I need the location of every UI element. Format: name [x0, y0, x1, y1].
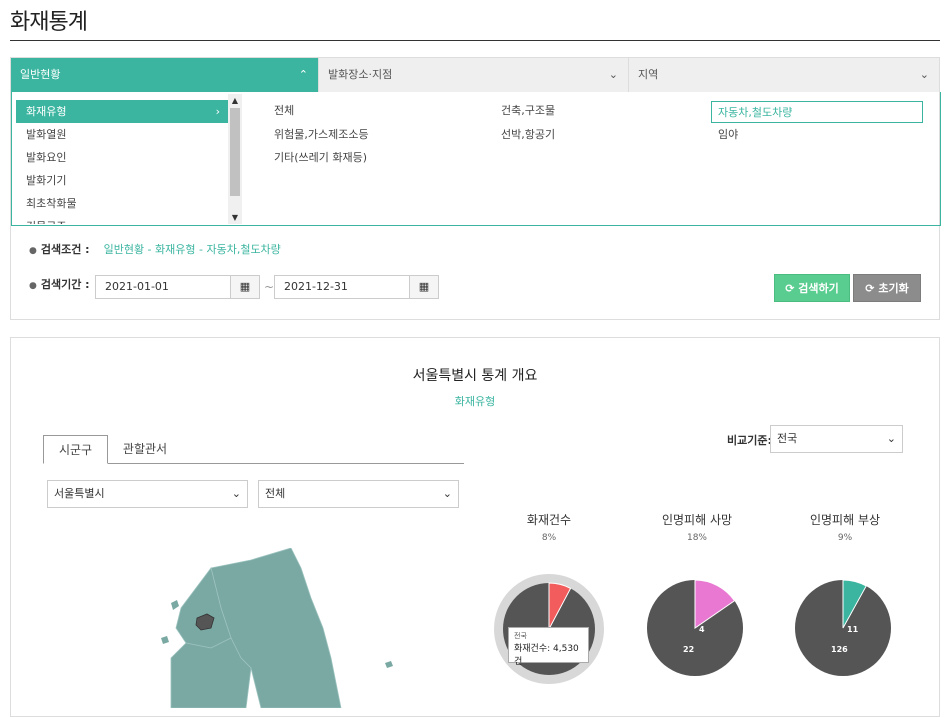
stats-section: 서울특별시 통계 개요 화재유형 시군구 관할관서 서울특별시 ⌄ 전체 ⌄ 비…: [10, 337, 940, 717]
option-forest[interactable]: 임야: [712, 124, 738, 146]
tab-place[interactable]: 발화장소·지점 ⌄: [318, 58, 628, 92]
pie-chart-injuries[interactable]: 11 126: [793, 578, 893, 678]
filter-panel: 일반현황 ⌃ 발화장소·지점 ⌄ 지역 ⌄ 화재유형 › 발화열원 발화요인 발…: [10, 57, 941, 320]
map-tabs: 시군구 관할관서: [43, 435, 464, 464]
calendar-icon[interactable]: ▦: [409, 276, 438, 298]
option-etc[interactable]: 기타(쓰레기 화재등): [268, 147, 367, 169]
page-title: 화재통계: [10, 10, 88, 35]
end-date-value: 2021-12-31: [284, 280, 348, 293]
filter-tabs: 일반현황 ⌃ 발화장소·지점 ⌄ 지역 ⌄: [11, 58, 939, 92]
option-hazmat[interactable]: 위험물,가스제조소등: [268, 124, 369, 146]
bullet-icon: ●: [29, 281, 37, 291]
pie-tooltip: 전국 화재건수: 4,530 건: [508, 627, 589, 667]
pie-label-rest: 126: [831, 645, 848, 654]
pie-label-highlight: 4: [699, 625, 705, 634]
district-select[interactable]: 전체 ⌄: [258, 480, 459, 508]
option-building[interactable]: 건축,구조물: [495, 100, 555, 122]
chevron-down-icon: ⌄: [886, 432, 896, 445]
option-ship[interactable]: 선박,항공기: [495, 124, 555, 146]
tooltip-text: 화재건수: 4,530 건: [514, 644, 579, 667]
start-date-input[interactable]: 2021-01-01 ▦: [95, 275, 260, 299]
compare-label: 비교기준:: [727, 434, 772, 447]
end-date-input[interactable]: 2021-12-31 ▦: [274, 275, 439, 299]
category-scrollbar[interactable]: ▲ ▼: [228, 94, 242, 224]
tab-region[interactable]: 지역 ⌄: [628, 58, 939, 92]
calendar-icon[interactable]: ▦: [230, 276, 259, 298]
chevron-up-icon: ⌃: [298, 68, 308, 81]
scroll-up-icon[interactable]: ▲: [228, 96, 242, 105]
map-region-ulleung[interactable]: [385, 661, 393, 668]
tooltip-region: 전국: [514, 632, 527, 640]
tab-region-label: 지역: [638, 68, 659, 81]
tab-station[interactable]: 관할관서: [110, 435, 180, 464]
pie-pct-fires: 8%: [541, 533, 557, 543]
period-label: 검색기간 :: [40, 278, 90, 291]
map-region-incheon[interactable]: [171, 600, 179, 610]
search-period: ● 검색기간 :: [29, 276, 90, 292]
category-item[interactable]: 건물구조: [16, 215, 228, 224]
pie-label-rest: 22: [683, 645, 694, 654]
scroll-thumb[interactable]: [230, 108, 240, 196]
category-label: 화재유형: [26, 105, 67, 118]
start-date-value: 2021-01-01: [105, 280, 169, 293]
category-item[interactable]: 발화요인: [16, 146, 228, 169]
pie-chart-deaths[interactable]: 4 22: [645, 578, 745, 678]
category-panel: 화재유형 › 발화열원 발화요인 발화기기 최초착화물 건물구조 ▲ ▼ 전체 …: [11, 92, 941, 226]
title-divider: [10, 40, 940, 41]
condition-value: 일반현황 - 화재유형 - 자동차,철도차량: [103, 243, 281, 256]
search-button[interactable]: ⟳ 검색하기: [774, 274, 850, 302]
option-vehicle[interactable]: 자동차,철도차량: [711, 101, 923, 123]
chevron-right-icon: ›: [215, 105, 220, 118]
option-all[interactable]: 전체: [268, 100, 294, 122]
category-list: 화재유형 › 발화열원 발화요인 발화기기 최초착화물 건물구조: [16, 100, 228, 224]
chevron-down-icon: ⌄: [442, 487, 452, 500]
stats-title: 서울특별시 통계 개요: [412, 368, 538, 384]
search-condition: ● 검색조건 : 일반현황 - 화재유형 - 자동차,철도차량: [29, 241, 281, 257]
reset-button[interactable]: ⟳ 초기화: [853, 274, 921, 302]
pie-label-highlight: 11: [847, 625, 859, 634]
compare-select[interactable]: 전국 ⌄: [770, 425, 903, 453]
category-item[interactable]: 최초착화물: [16, 192, 228, 215]
tab-general-label: 일반현황: [20, 68, 61, 81]
pie-title-injuries: 인명피해 부상: [809, 513, 881, 527]
tab-general[interactable]: 일반현황 ⌃: [11, 58, 318, 92]
date-separator: ~: [264, 280, 275, 294]
map-region-islands[interactable]: [161, 636, 169, 644]
category-item-fire-type[interactable]: 화재유형 ›: [16, 100, 228, 123]
compare-select-value: 전국: [777, 432, 798, 445]
tab-place-label: 발화장소·지점: [328, 68, 393, 81]
chevron-down-icon: ⌄: [608, 68, 618, 81]
bullet-icon: ●: [29, 246, 37, 256]
tab-district[interactable]: 시군구: [43, 435, 108, 464]
chevron-down-icon: ⌄: [231, 487, 241, 500]
category-item[interactable]: 발화기기: [16, 169, 228, 192]
pie-pct-deaths: 18%: [686, 533, 707, 543]
region-select-value: 서울특별시: [54, 487, 105, 500]
condition-label: 검색조건 :: [40, 243, 90, 256]
region-select[interactable]: 서울특별시 ⌄: [47, 480, 248, 508]
chevron-down-icon: ⌄: [919, 68, 929, 81]
stats-subtitle: 화재유형: [454, 395, 496, 408]
korea-map[interactable]: [151, 548, 401, 708]
scroll-down-icon[interactable]: ▼: [228, 213, 242, 222]
district-select-value: 전체: [265, 487, 286, 500]
pie-title-deaths: 인명피해 사망: [661, 513, 733, 527]
pie-title-fires: 화재건수: [526, 513, 572, 527]
category-item[interactable]: 발화열원: [16, 123, 228, 146]
pie-pct-injuries: 9%: [837, 533, 853, 543]
